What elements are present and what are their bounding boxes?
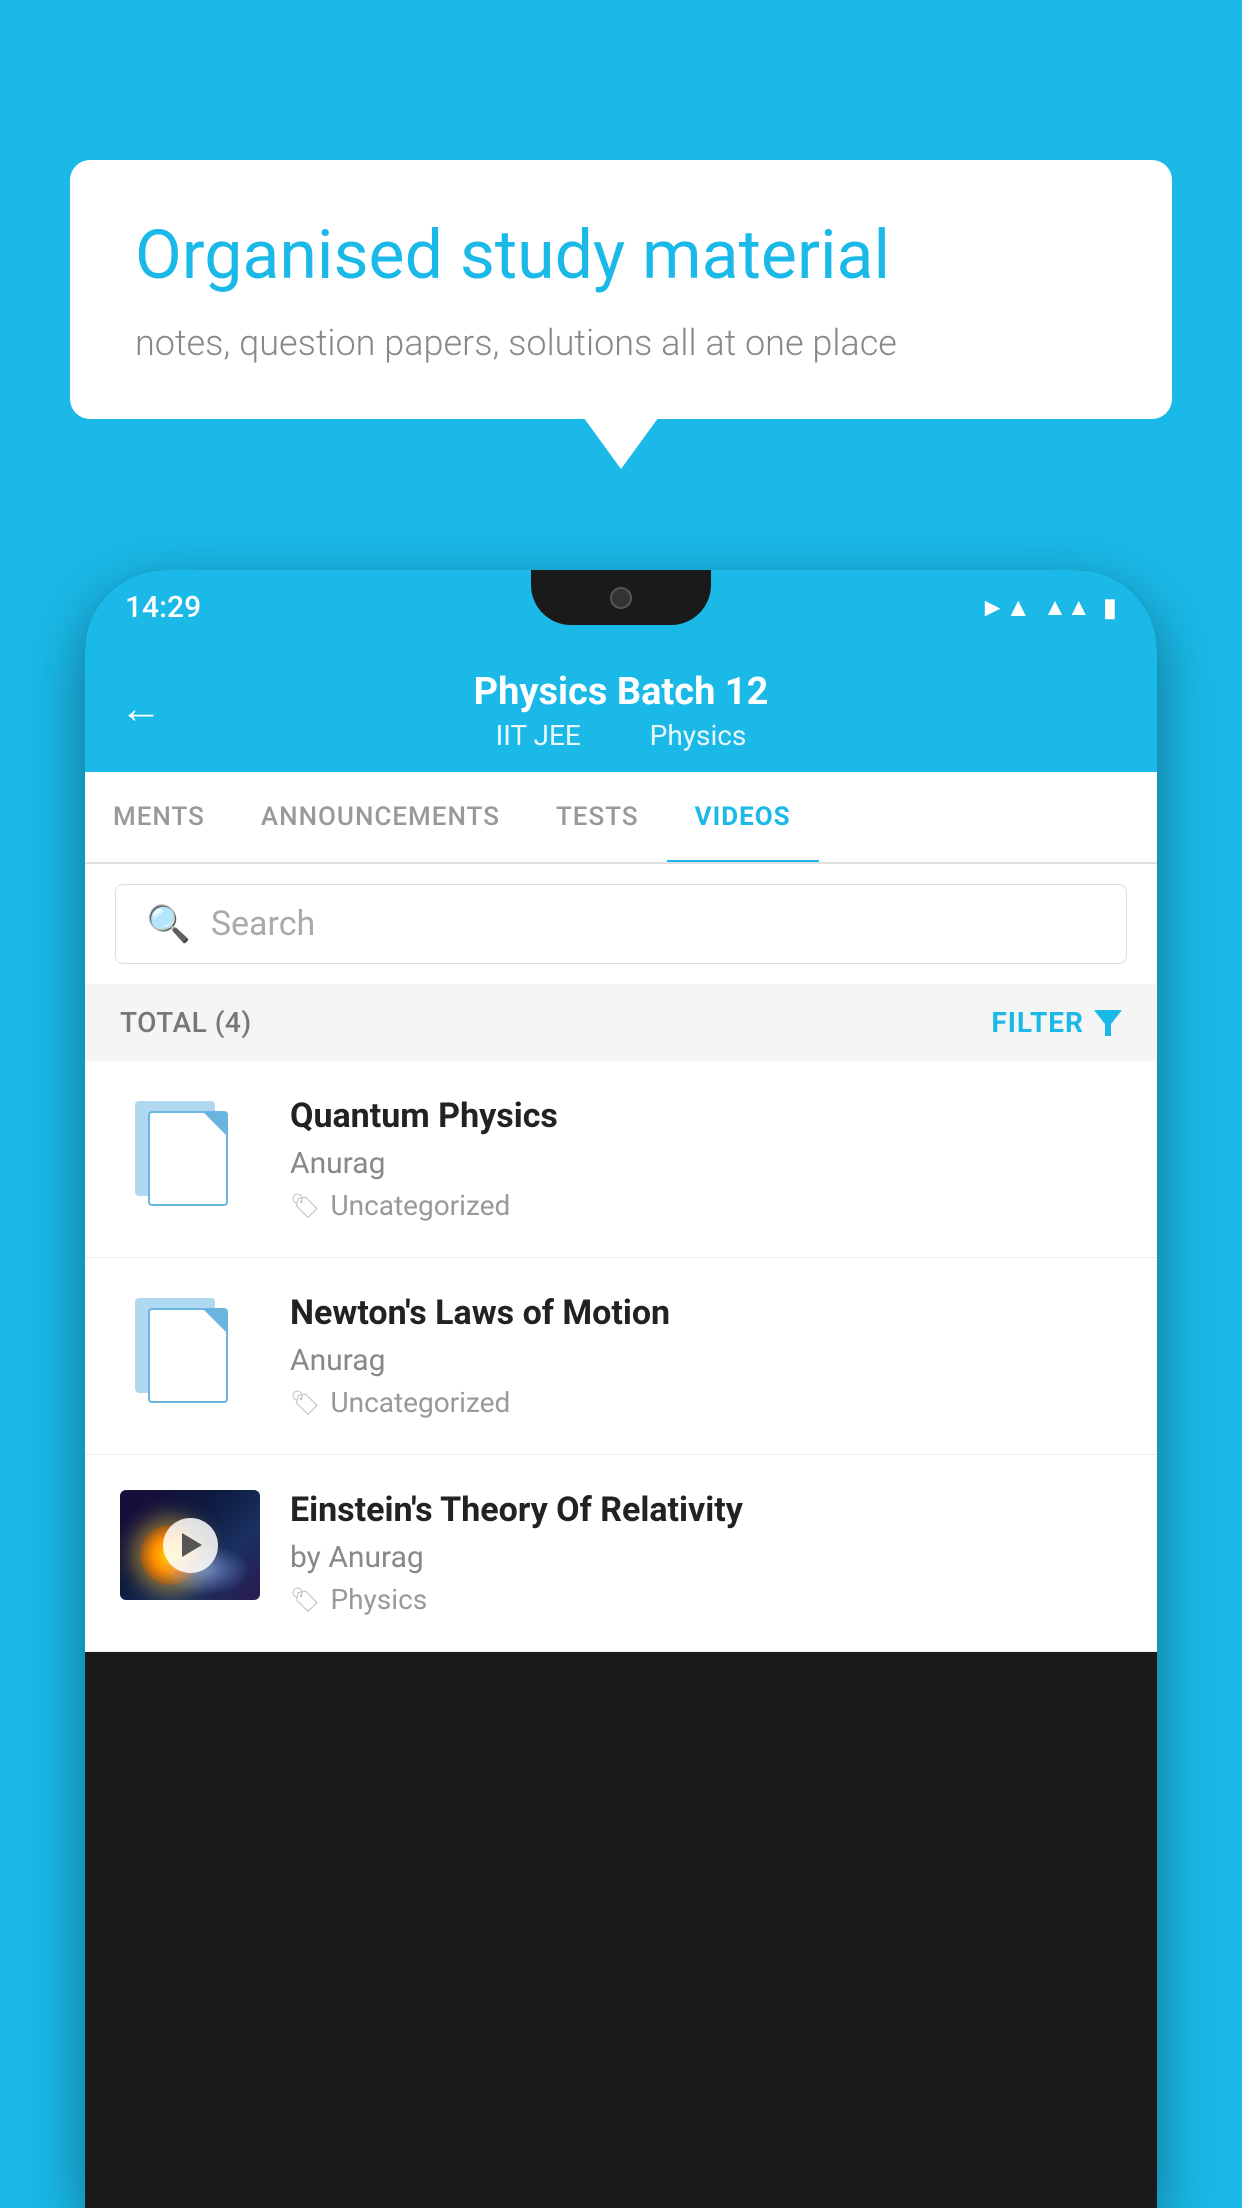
video-title: Newton's Laws of Motion: [290, 1293, 1122, 1333]
search-container: 🔍 Search: [85, 864, 1157, 984]
tag-icon: 🏷: [290, 1192, 320, 1220]
video-title: Einstein's Theory Of Relativity: [290, 1490, 1122, 1530]
app-subtitle: IIT JEE Physics: [125, 719, 1117, 752]
tag-label: Uncategorized: [330, 1386, 510, 1419]
doc-front: [148, 1308, 228, 1403]
status-icons: ►▲ ▲▲ ▮: [980, 592, 1117, 623]
camera-dot: [610, 587, 632, 609]
list-item[interactable]: Einstein's Theory Of Relativity by Anura…: [85, 1455, 1157, 1652]
speech-bubble-title: Organised study material: [135, 215, 1107, 297]
filter-bar: TOTAL (4) FILTER: [85, 984, 1157, 1061]
tag-label: Uncategorized: [330, 1189, 510, 1222]
tag-icon: 🏷: [290, 1586, 320, 1614]
total-count-label: TOTAL (4): [120, 1006, 252, 1039]
filter-funnel-icon: [1094, 1010, 1122, 1036]
video-author: Anurag: [290, 1146, 1122, 1181]
video-tag: 🏷 Uncategorized: [290, 1189, 1122, 1222]
list-item[interactable]: Quantum Physics Anurag 🏷 Uncategorized: [85, 1061, 1157, 1258]
video-tag: 🏷 Uncategorized: [290, 1386, 1122, 1419]
back-button[interactable]: ←: [120, 684, 162, 733]
subtitle-separator: [612, 719, 626, 752]
video-info: Quantum Physics Anurag 🏷 Uncategorized: [260, 1096, 1122, 1222]
video-tag: 🏷 Physics: [290, 1583, 1122, 1616]
speech-bubble-subtitle: notes, question papers, solutions all at…: [135, 322, 1107, 364]
search-bar[interactable]: 🔍 Search: [115, 884, 1127, 964]
subtitle-part2: Physics: [650, 719, 747, 752]
wifi-icon: ►▲: [980, 592, 1031, 623]
tab-announcements[interactable]: ANNOUNCEMENTS: [233, 772, 528, 862]
video-author: by Anurag: [290, 1540, 1122, 1575]
document-icon: [120, 1096, 250, 1206]
doc-front: [148, 1111, 228, 1206]
document-icon: [120, 1293, 250, 1403]
filter-button[interactable]: FILTER: [991, 1006, 1122, 1039]
tab-videos[interactable]: VIDEOS: [667, 772, 819, 862]
search-placeholder[interactable]: Search: [211, 904, 315, 944]
play-button[interactable]: [163, 1518, 218, 1573]
battery-icon: ▮: [1103, 593, 1117, 623]
tabs-bar: MENTS ANNOUNCEMENTS TESTS VIDEOS: [85, 772, 1157, 864]
video-title: Quantum Physics: [290, 1096, 1122, 1136]
tag-icon: 🏷: [290, 1389, 320, 1417]
filter-label: FILTER: [991, 1006, 1084, 1039]
tag-label: Physics: [330, 1583, 427, 1616]
video-list: Quantum Physics Anurag 🏷 Uncategorized N…: [85, 1061, 1157, 1652]
status-time: 14:29: [125, 590, 201, 625]
list-item[interactable]: Newton's Laws of Motion Anurag 🏷 Uncateg…: [85, 1258, 1157, 1455]
app-title: Physics Batch 12: [125, 670, 1117, 714]
speech-bubble: Organised study material notes, question…: [70, 160, 1172, 419]
app-header: ← Physics Batch 12 IIT JEE Physics: [85, 645, 1157, 772]
tab-ments[interactable]: MENTS: [85, 772, 233, 862]
speech-bubble-container: Organised study material notes, question…: [70, 160, 1172, 419]
video-info: Newton's Laws of Motion Anurag 🏷 Uncateg…: [260, 1293, 1122, 1419]
tab-tests[interactable]: TESTS: [528, 772, 667, 862]
signal-icon: ▲▲: [1043, 593, 1091, 622]
play-triangle-icon: [182, 1533, 202, 1557]
phone-frame: 14:29 ►▲ ▲▲ ▮ ← Physics Batch 12 IIT JEE…: [85, 570, 1157, 2208]
phone-notch: [531, 570, 711, 625]
video-author: Anurag: [290, 1343, 1122, 1378]
video-thumbnail: [120, 1490, 260, 1600]
video-info: Einstein's Theory Of Relativity by Anura…: [260, 1490, 1122, 1616]
status-bar: 14:29 ►▲ ▲▲ ▮: [85, 570, 1157, 645]
subtitle-part1: IIT JEE: [496, 719, 581, 752]
search-icon: 🔍: [146, 903, 191, 945]
